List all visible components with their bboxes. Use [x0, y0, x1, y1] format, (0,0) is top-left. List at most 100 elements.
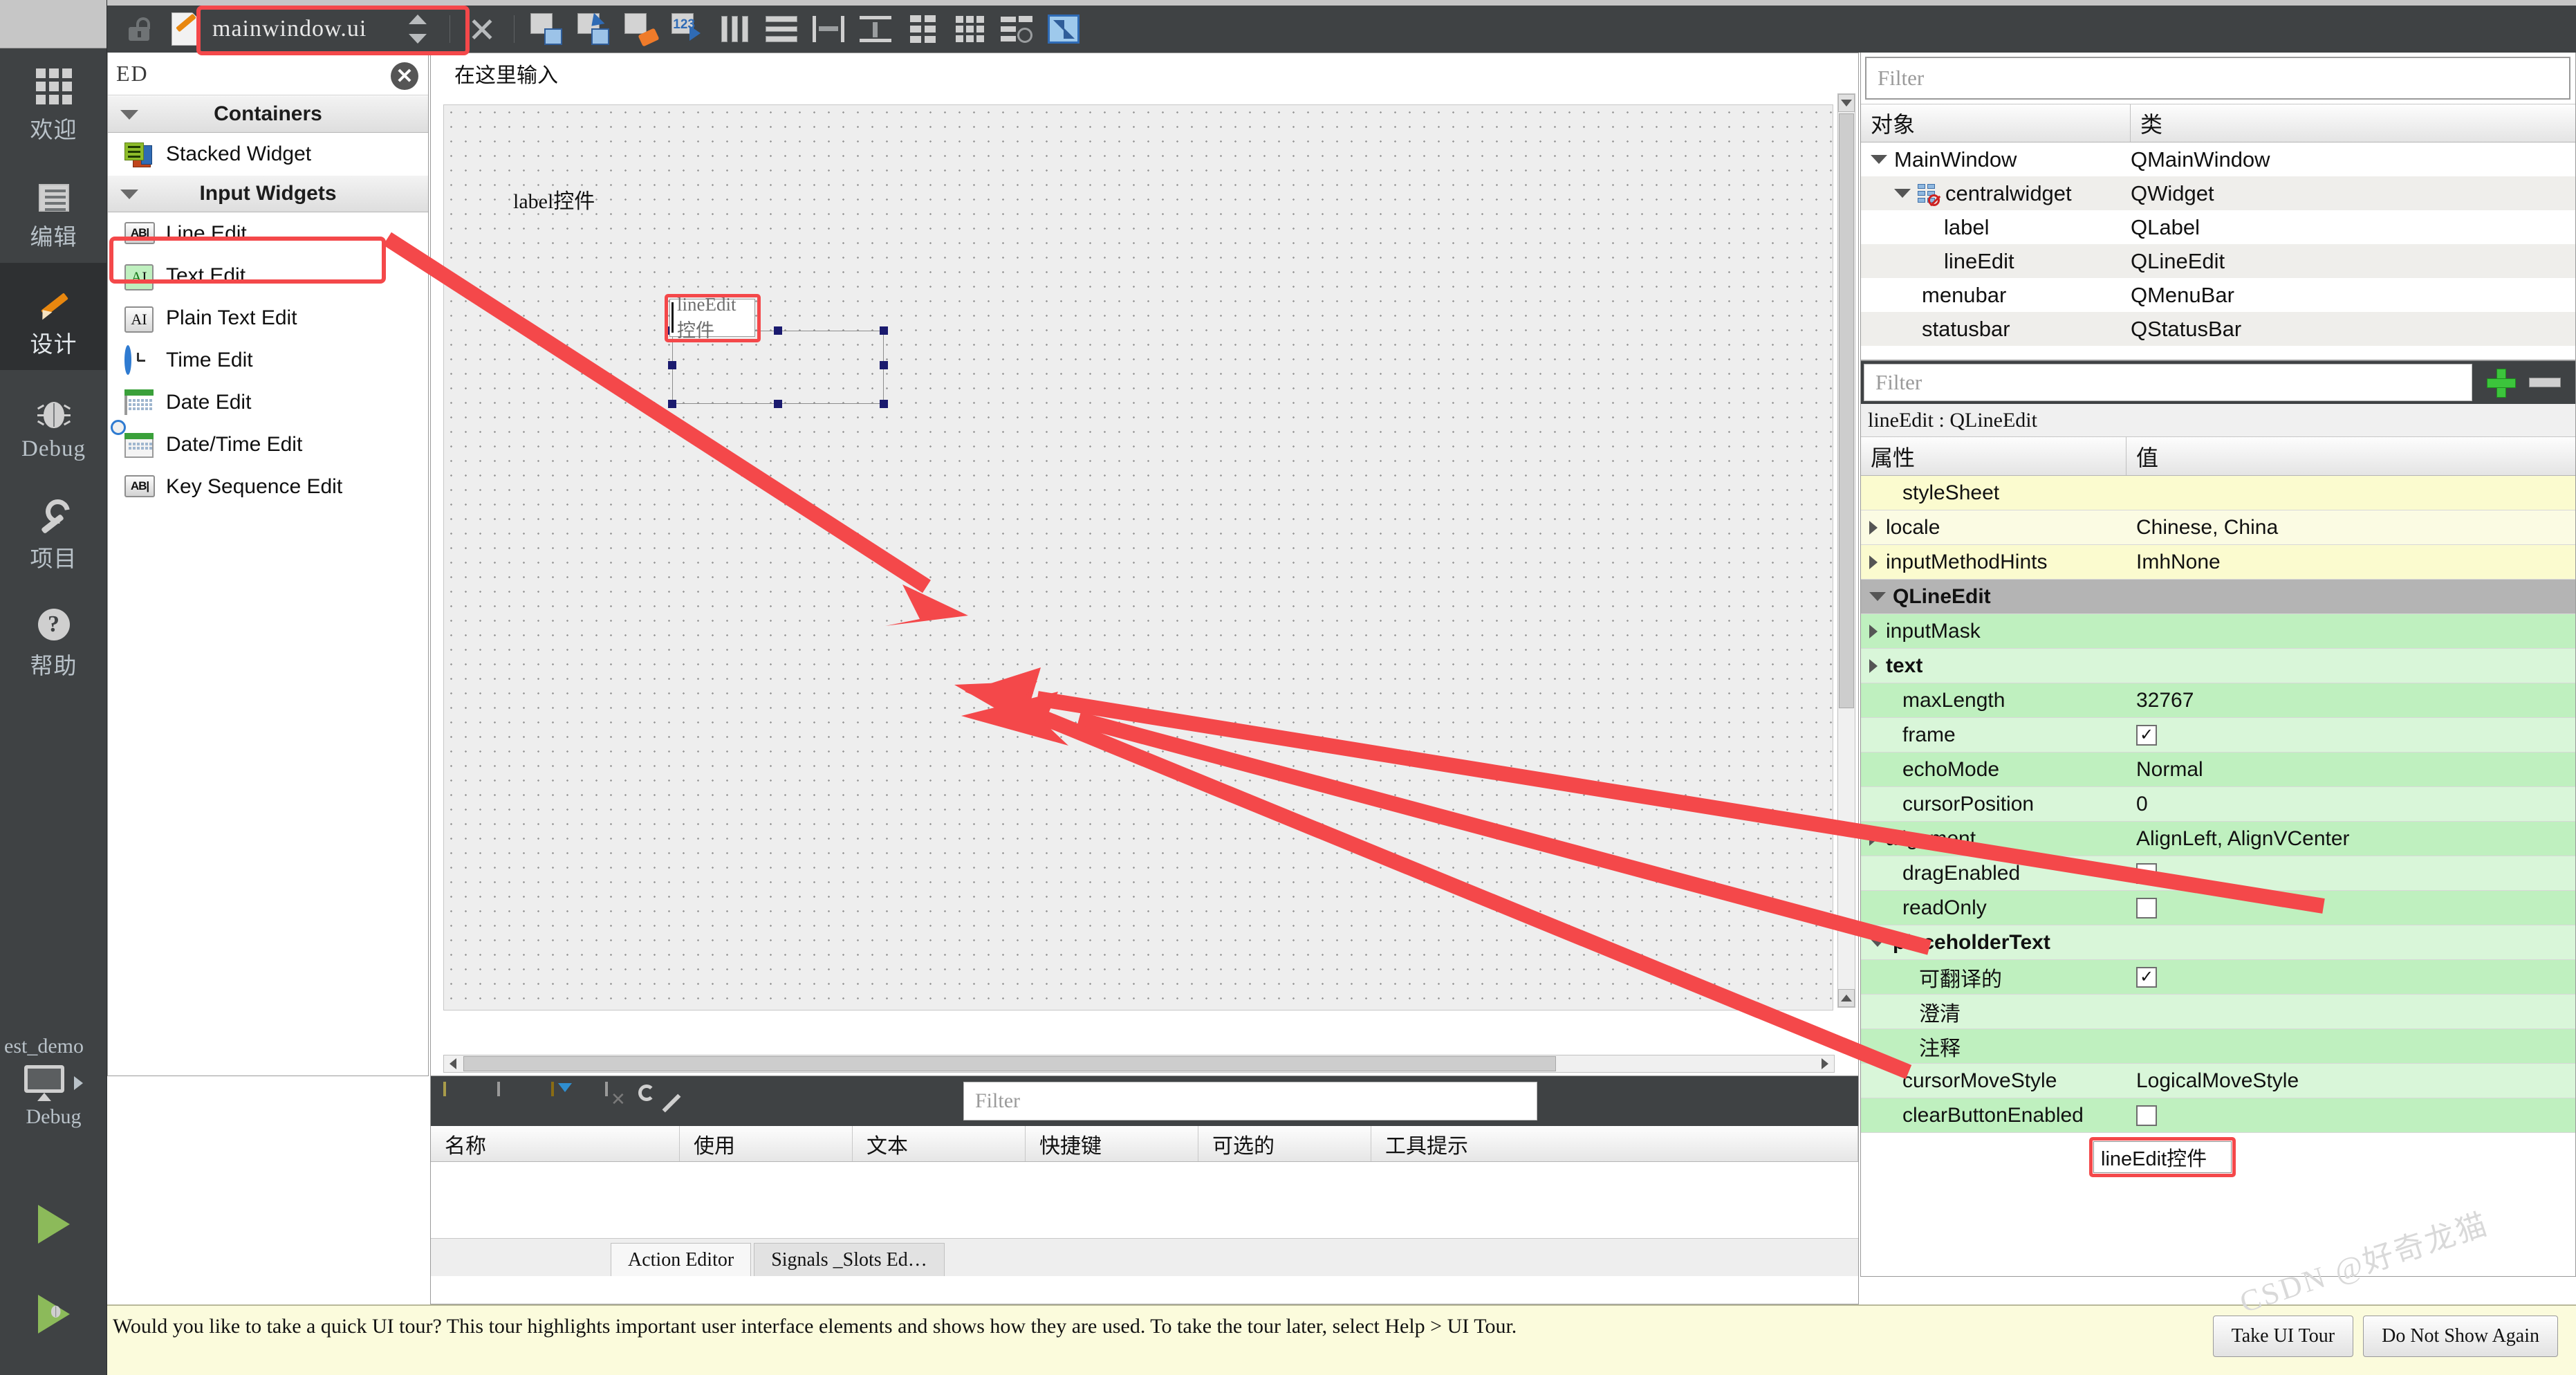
layout-grid-2col-icon[interactable] — [905, 11, 940, 47]
clear-filter-icon[interactable]: ✕ — [391, 62, 418, 90]
property-value[interactable]: ImhNone — [2126, 545, 2575, 579]
property-row-locale[interactable]: locale Chinese, China — [1861, 510, 2575, 545]
widget-item-plain-text-edit[interactable]: AI Plain Text Edit — [108, 297, 428, 339]
column-header-tooltip[interactable]: 工具提示 — [1371, 1126, 1858, 1161]
property-row-maxlength[interactable]: maxLength 32767 — [1861, 683, 2575, 718]
scroll-thumb[interactable] — [463, 1056, 1556, 1071]
layout-vertical-icon[interactable] — [763, 11, 799, 47]
property-value[interactable] — [2126, 649, 2575, 683]
form-canvas[interactable]: label控件 — [443, 104, 1833, 1011]
property-value[interactable] — [2126, 1029, 2575, 1063]
property-value[interactable]: Normal — [2126, 753, 2575, 786]
debug-run-button[interactable] — [0, 1273, 107, 1356]
mode-item-debug[interactable]: Debug — [0, 370, 107, 477]
chevron-right-icon[interactable] — [1869, 520, 1878, 535]
column-header-class[interactable]: 类 — [2131, 104, 2575, 142]
widget-group-input-widgets[interactable]: Input Widgets — [108, 175, 428, 212]
do-not-show-again-button[interactable]: Do Not Show Again — [2363, 1316, 2558, 1357]
widget-item-time-edit[interactable]: Time Edit — [108, 339, 428, 381]
tab-signals-slots-editor[interactable]: Signals _Slots Ed… — [754, 1243, 945, 1276]
tree-row-menubar[interactable]: menubar QMenuBar — [1861, 278, 2575, 312]
property-group-qlineedit[interactable]: QLineEdit — [1861, 580, 2575, 614]
property-row-cursorposition[interactable]: cursorPosition 0 — [1861, 787, 2575, 822]
layout-splitter-horizontal-icon[interactable] — [810, 11, 846, 47]
property-row-stylesheet[interactable]: styleSheet — [1861, 476, 2575, 510]
chevron-down-icon[interactable] — [1869, 592, 1886, 601]
adjust-size-icon[interactable] — [1046, 11, 1082, 47]
lock-icon[interactable] — [121, 11, 157, 47]
stepper-icon[interactable] — [400, 11, 436, 47]
property-row-text[interactable]: text — [1861, 649, 2575, 683]
column-header-value[interactable]: 值 — [2126, 437, 2575, 475]
delete-action-icon[interactable] — [605, 1082, 636, 1119]
layout-grid-3col-icon[interactable] — [952, 11, 988, 47]
frame-checkbox[interactable]: ✓ — [2136, 724, 2157, 746]
property-row-frame[interactable]: frame ✓ — [1861, 718, 2575, 753]
column-header-property[interactable]: 属性 — [1861, 437, 2126, 475]
mode-item-welcome[interactable]: 欢迎 — [0, 48, 107, 156]
property-row-placeholdertext[interactable]: placeholderText — [1861, 925, 2575, 960]
scroll-up-button[interactable] — [1838, 94, 1855, 112]
action-editor-filter[interactable]: Filter — [963, 1082, 1537, 1120]
widget-item-key-sequence-edit[interactable]: AB| Key Sequence Edit — [108, 465, 428, 508]
layout-form-icon[interactable] — [999, 11, 1035, 47]
property-row-comment[interactable]: 注释 — [1861, 1029, 2575, 1064]
widget-group-containers[interactable]: Containers — [108, 95, 428, 133]
widget-item-text-edit[interactable]: AI Text Edit — [108, 255, 428, 297]
edit-signals-slots-icon[interactable] — [575, 11, 611, 47]
canvas-label-widget[interactable]: label控件 — [513, 184, 595, 214]
translatable-checkbox[interactable]: ✓ — [2136, 966, 2157, 988]
scroll-right-button[interactable] — [1816, 1055, 1834, 1072]
readonly-checkbox[interactable] — [2136, 897, 2157, 919]
canvas-vertical-scrollbar[interactable] — [1837, 93, 1855, 1008]
edit-widgets-icon[interactable] — [528, 11, 564, 47]
property-row-disambiguation[interactable]: 澄清 — [1861, 995, 2575, 1029]
property-row-readonly[interactable]: readOnly — [1861, 891, 2575, 925]
widget-item-line-edit[interactable]: AB| Line Edit — [108, 212, 428, 255]
property-row-echomode[interactable]: echoMode Normal — [1861, 753, 2575, 787]
add-property-icon[interactable] — [2485, 367, 2517, 398]
property-row-translatable[interactable]: 可翻译的 ✓ — [1861, 960, 2575, 995]
scroll-thumb[interactable] — [1839, 113, 1854, 708]
canvas-horizontal-scrollbar[interactable] — [443, 1055, 1835, 1073]
copy-action-icon[interactable] — [497, 1082, 528, 1119]
tree-row-mainwindow[interactable]: MainWindow QMainWindow — [1861, 142, 2575, 176]
chevron-down-icon[interactable] — [1869, 938, 1886, 947]
property-value[interactable] — [2126, 614, 2575, 648]
clearbutton-checkbox[interactable] — [2136, 1105, 2157, 1126]
widget-box-filter[interactable]: ED ✕ — [108, 53, 428, 95]
scroll-down-button[interactable] — [1838, 989, 1855, 1007]
action-table-body[interactable] — [431, 1162, 1858, 1238]
property-row-clearbuttonenabled[interactable]: clearButtonEnabled — [1861, 1098, 2575, 1133]
tree-row-statusbar[interactable]: statusbar QStatusBar — [1861, 312, 2575, 346]
column-header-shortcut[interactable]: 快捷键 — [1026, 1126, 1198, 1161]
configure-icon[interactable] — [659, 1083, 689, 1119]
mode-item-help[interactable]: ? 帮助 — [0, 584, 107, 692]
chevron-right-icon[interactable] — [1869, 555, 1878, 569]
mode-item-edit[interactable]: 编辑 — [0, 156, 107, 263]
form-menubar[interactable]: 在这里输入 — [431, 53, 1858, 93]
widget-item-stacked-widget[interactable]: Stacked Widget — [108, 133, 428, 175]
layout-horizontal-icon[interactable] — [716, 11, 752, 47]
tree-row-centralwidget[interactable]: centralwidget QWidget — [1861, 176, 2575, 210]
property-value[interactable]: 32767 — [2126, 683, 2575, 717]
remove-property-icon[interactable] — [2529, 378, 2561, 387]
edit-tab-order-icon[interactable]: 123 — [669, 11, 705, 47]
property-value[interactable]: AlignLeft, AlignVCenter — [2126, 822, 2575, 856]
property-row-dragenabled[interactable]: dragEnabled — [1861, 856, 2575, 891]
layout-splitter-vertical-icon[interactable] — [858, 11, 893, 47]
property-row-inputmask[interactable]: inputMask — [1861, 614, 2575, 649]
property-row-inputmethodhints[interactable]: inputMethodHints ImhNone — [1861, 545, 2575, 580]
mode-item-projects[interactable]: 项目 — [0, 477, 107, 584]
chevron-right-icon[interactable] — [1869, 658, 1878, 673]
column-header-object[interactable]: 对象 — [1861, 104, 2131, 142]
widget-item-date-edit[interactable]: Date Edit — [108, 381, 428, 423]
take-ui-tour-button[interactable]: Take UI Tour — [2212, 1316, 2354, 1357]
property-row-cursormovestyle[interactable]: cursorMoveStyle LogicalMoveStyle — [1861, 1064, 2575, 1098]
tab-action-editor[interactable]: Action Editor — [611, 1243, 752, 1276]
column-header-name[interactable]: 名称 — [431, 1126, 680, 1161]
tree-row-label[interactable]: label QLabel — [1861, 210, 2575, 244]
chevron-right-icon[interactable] — [1869, 831, 1878, 846]
dragenabled-checkbox[interactable] — [2136, 862, 2157, 884]
edit-buddies-icon[interactable] — [622, 11, 660, 47]
